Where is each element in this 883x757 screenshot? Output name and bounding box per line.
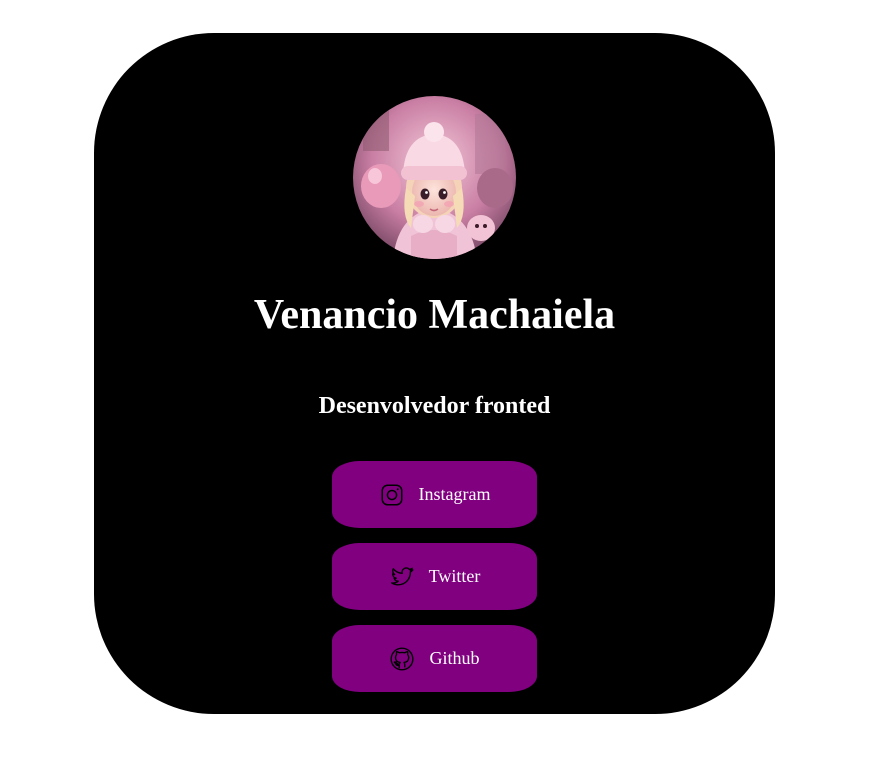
profile-name: Venancio Machaiela bbox=[253, 292, 616, 338]
profile-role: Desenvolvedor fronted bbox=[318, 393, 551, 419]
github-icon bbox=[389, 646, 415, 672]
instagram-icon bbox=[379, 482, 405, 508]
github-link-label: Github bbox=[429, 648, 480, 668]
twitter-link-button[interactable]: Twitter bbox=[332, 543, 537, 610]
avatar bbox=[353, 96, 516, 259]
twitter-icon bbox=[389, 564, 415, 590]
profile-card: Venancio Machaiela Desenvolvedor fronted… bbox=[94, 33, 775, 714]
github-link-button[interactable]: Github bbox=[332, 625, 537, 692]
instagram-link-label: Instagram bbox=[418, 484, 491, 504]
avatar-illustration-icon bbox=[353, 96, 516, 259]
twitter-link-label: Twitter bbox=[428, 566, 481, 586]
instagram-link-button[interactable]: Instagram bbox=[332, 461, 537, 528]
